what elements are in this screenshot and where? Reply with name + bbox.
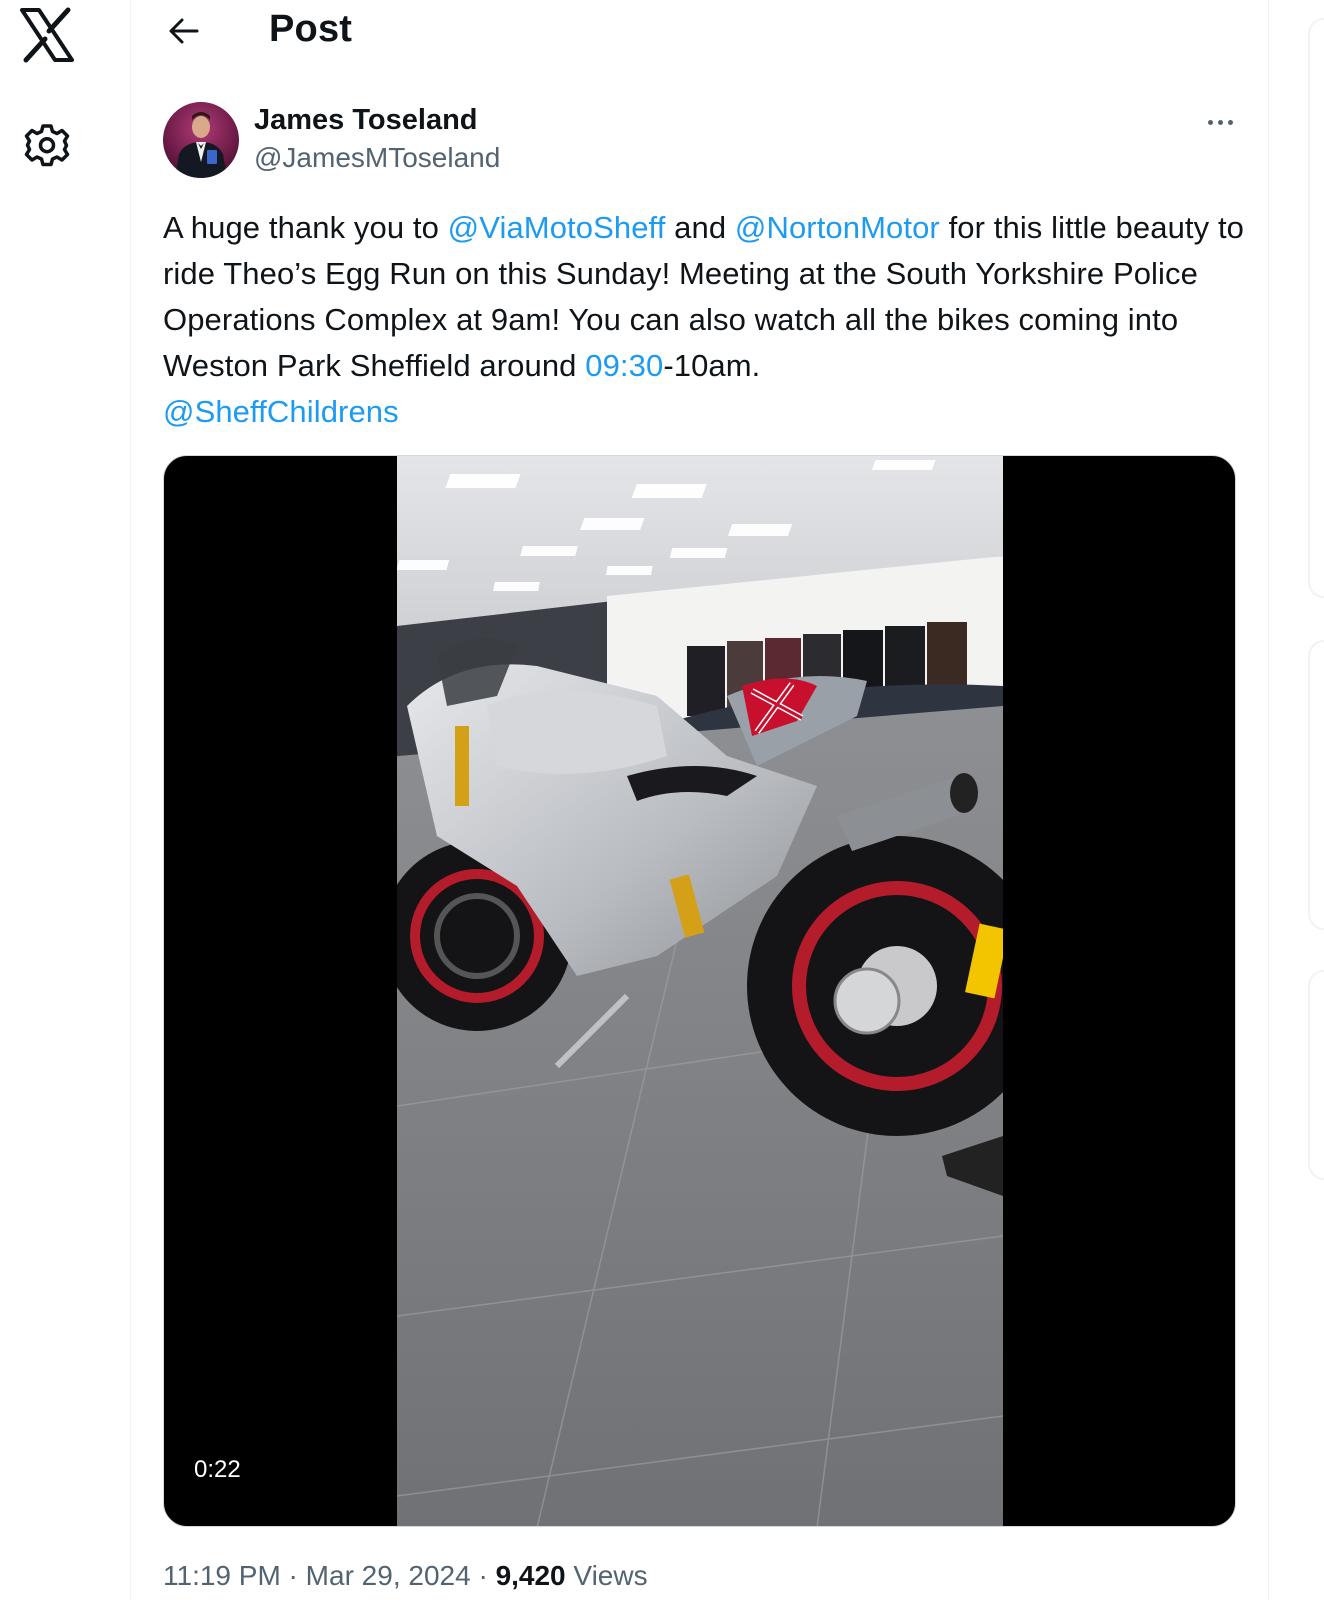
meta-separator: · (470, 1560, 496, 1591)
arrow-left-icon (169, 18, 199, 44)
page-title: Post (269, 8, 353, 50)
meta-separator: · (280, 1560, 306, 1591)
more-options-button[interactable] (1196, 104, 1244, 140)
post-time[interactable]: 11:19 PM (163, 1560, 281, 1591)
gear-icon[interactable] (22, 120, 72, 170)
x-logo-icon[interactable] (18, 6, 76, 64)
back-button[interactable] (159, 6, 209, 56)
views-count: 9,420 (495, 1560, 566, 1591)
mention-link[interactable]: @NortonMotor (735, 210, 940, 245)
video-thumbnail (397, 456, 1003, 1526)
views-label: Views (565, 1560, 648, 1591)
more-dot (1217, 119, 1223, 125)
author-name[interactable]: James Toseland (254, 104, 478, 137)
avatar[interactable] (163, 102, 239, 178)
video-duration: 0:22 (184, 1454, 251, 1486)
post-text-segment: -10am. (663, 348, 761, 383)
sidebar-card (1308, 640, 1324, 930)
right-divider (1268, 0, 1269, 1600)
post-text: A huge thank you to @ViaMotoSheff and @N… (163, 205, 1253, 435)
more-dot (1227, 119, 1233, 125)
left-divider (130, 0, 131, 1600)
post-text-segment: A huge thank you to (163, 210, 448, 245)
video-player[interactable]: 0:22 (163, 455, 1236, 1527)
author-handle[interactable]: @JamesMToseland (254, 142, 500, 174)
sidebar-card (1308, 18, 1324, 598)
mention-link[interactable]: @SheffChildrens (163, 394, 399, 429)
time-link[interactable]: 09:30 (585, 348, 663, 383)
page-header: Post (131, 0, 1268, 62)
post-text-segment: and (665, 210, 735, 245)
video-frame (397, 456, 1003, 1526)
sidebar-card (1308, 970, 1324, 1180)
more-horizontal-icon (1207, 119, 1213, 125)
mention-link[interactable]: @ViaMotoSheff (448, 210, 666, 245)
post-meta: 11:19 PM · Mar 29, 2024 · 9,420 Views (163, 1560, 648, 1592)
left-nav-rail (0, 0, 130, 1600)
post-date[interactable]: Mar 29, 2024 (306, 1560, 471, 1591)
